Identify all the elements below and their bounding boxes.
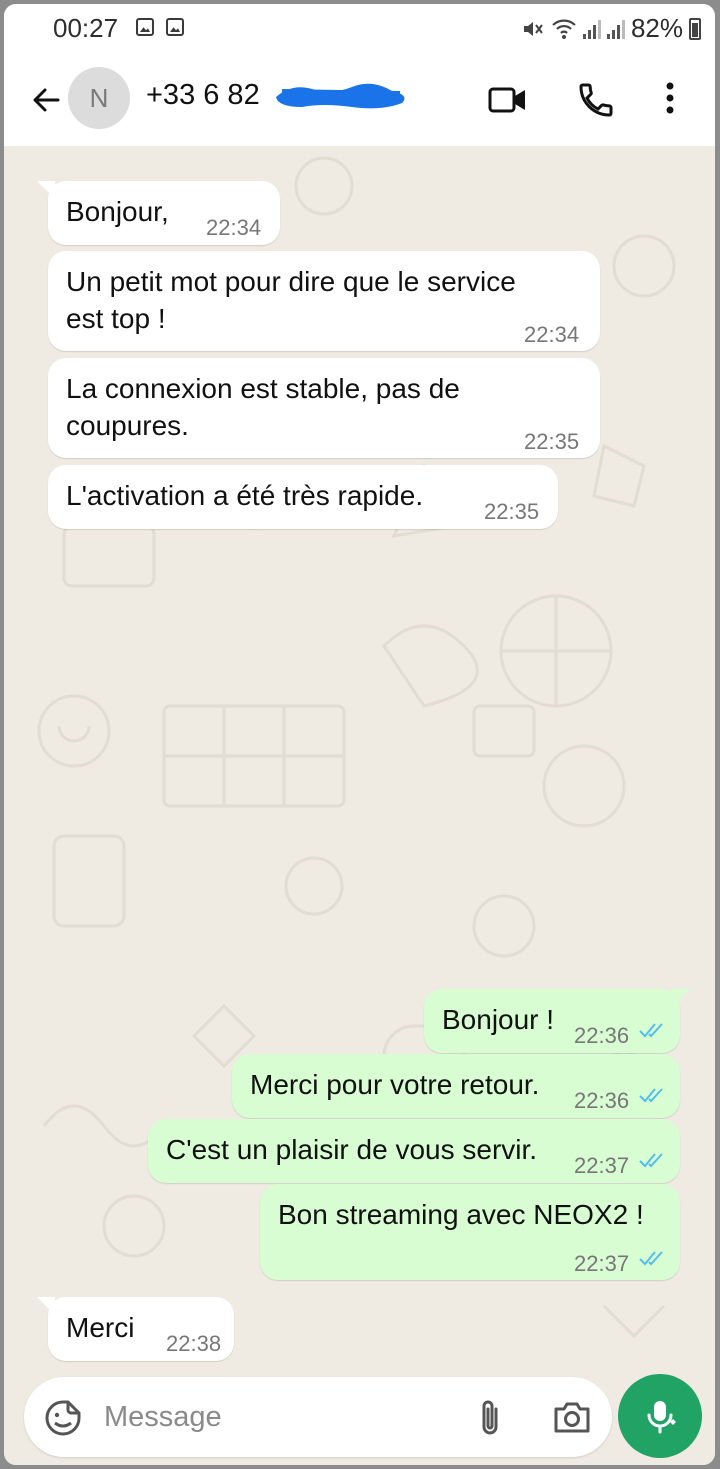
read-ticks-icon [639, 1153, 663, 1168]
composer-bar: Message [4, 1371, 715, 1465]
wifi-icon [552, 19, 576, 39]
status-bar: 00:27 82% [4, 4, 715, 52]
chat-area[interactable]: Bonjour, 22:34 Un petit mot pour dire qu… [4, 146, 715, 1371]
back-arrow-icon[interactable] [28, 82, 64, 118]
message-bubble-outgoing[interactable]: Bonjour ! 22:36 [424, 989, 680, 1053]
mute-icon [523, 21, 543, 36]
message-time: 22:36 [574, 1023, 630, 1048]
message-text: Bonjour ! [442, 1004, 555, 1035]
signal-icon [606, 19, 625, 39]
gallery-icon [166, 18, 184, 36]
read-ticks-icon [639, 1023, 663, 1038]
message-time: 22:37 [574, 1153, 630, 1178]
contact-number[interactable]: +33 6 82 [146, 79, 260, 112]
message-bubble-outgoing[interactable]: Bon streaming avec NEOX2 ! 22:37 [260, 1184, 680, 1280]
status-time: 00:27 [53, 13, 119, 43]
mic-button[interactable] [618, 1374, 702, 1458]
more-vert-icon[interactable] [660, 80, 680, 116]
message-time: 22:37 [574, 1251, 630, 1276]
message-bubble-outgoing[interactable]: C'est un plaisir de vous servir. 22:37 [148, 1119, 680, 1183]
attach-icon[interactable] [474, 1397, 506, 1439]
message-input[interactable]: Message [24, 1377, 612, 1457]
message-text-line: La connexion est stable, pas de [66, 373, 460, 404]
message-time: 22:38 [166, 1331, 222, 1356]
message-bubble-outgoing[interactable]: Merci pour votre retour. 22:36 [232, 1054, 680, 1118]
message-text: Bon streaming avec NEOX2 ! [278, 1199, 644, 1230]
message-text-line: coupures. [66, 410, 189, 441]
message-time: 22:35 [524, 429, 580, 454]
gallery-icon [136, 18, 154, 36]
redaction-scribble [276, 83, 405, 109]
message-text-line: Un petit mot pour dire que le service [66, 266, 516, 297]
message-time: 22:34 [206, 215, 262, 240]
read-ticks-icon [639, 1088, 663, 1103]
mic-icon [647, 1401, 676, 1434]
status-right: 82% [521, 13, 701, 44]
message-bubble-incoming[interactable]: La connexion est stable, pas de coupures… [48, 358, 600, 458]
message-bubble-incoming[interactable]: L'activation a été très rapide. 22:35 [48, 465, 558, 529]
phone-icon[interactable] [576, 80, 616, 120]
video-call-icon[interactable] [488, 84, 528, 116]
chat-header: N +33 6 82 [4, 52, 715, 146]
message-text: Merci pour votre retour. [250, 1069, 540, 1100]
message-text: Merci [66, 1312, 135, 1343]
message-placeholder: Message [104, 1401, 222, 1433]
avatar[interactable]: N [68, 67, 130, 129]
message-bubble-incoming[interactable]: Merci 22:38 [48, 1297, 234, 1361]
message-text: Bonjour, [66, 196, 169, 227]
message-text: C'est un plaisir de vous servir. [166, 1134, 538, 1165]
battery-icon [689, 17, 701, 40]
sticker-icon[interactable] [44, 1399, 82, 1437]
read-ticks-icon [639, 1251, 663, 1266]
battery-percent: 82% [630, 13, 683, 43]
camera-icon[interactable] [552, 1399, 592, 1435]
message-time: 22:35 [484, 499, 540, 524]
message-time: 22:36 [574, 1088, 630, 1113]
message-bubble-incoming[interactable]: Un petit mot pour dire que le service es… [48, 251, 600, 351]
message-text: L'activation a été très rapide. [66, 480, 424, 511]
message-time: 22:34 [524, 322, 580, 347]
phone-screen: 00:27 82% N +33 6 82 Bonjour, 22:34 Un p… [4, 4, 715, 1465]
message-bubble-incoming[interactable]: Bonjour, 22:34 [48, 181, 280, 245]
message-text-line: est top ! [66, 303, 166, 334]
signal-icon [582, 19, 601, 39]
